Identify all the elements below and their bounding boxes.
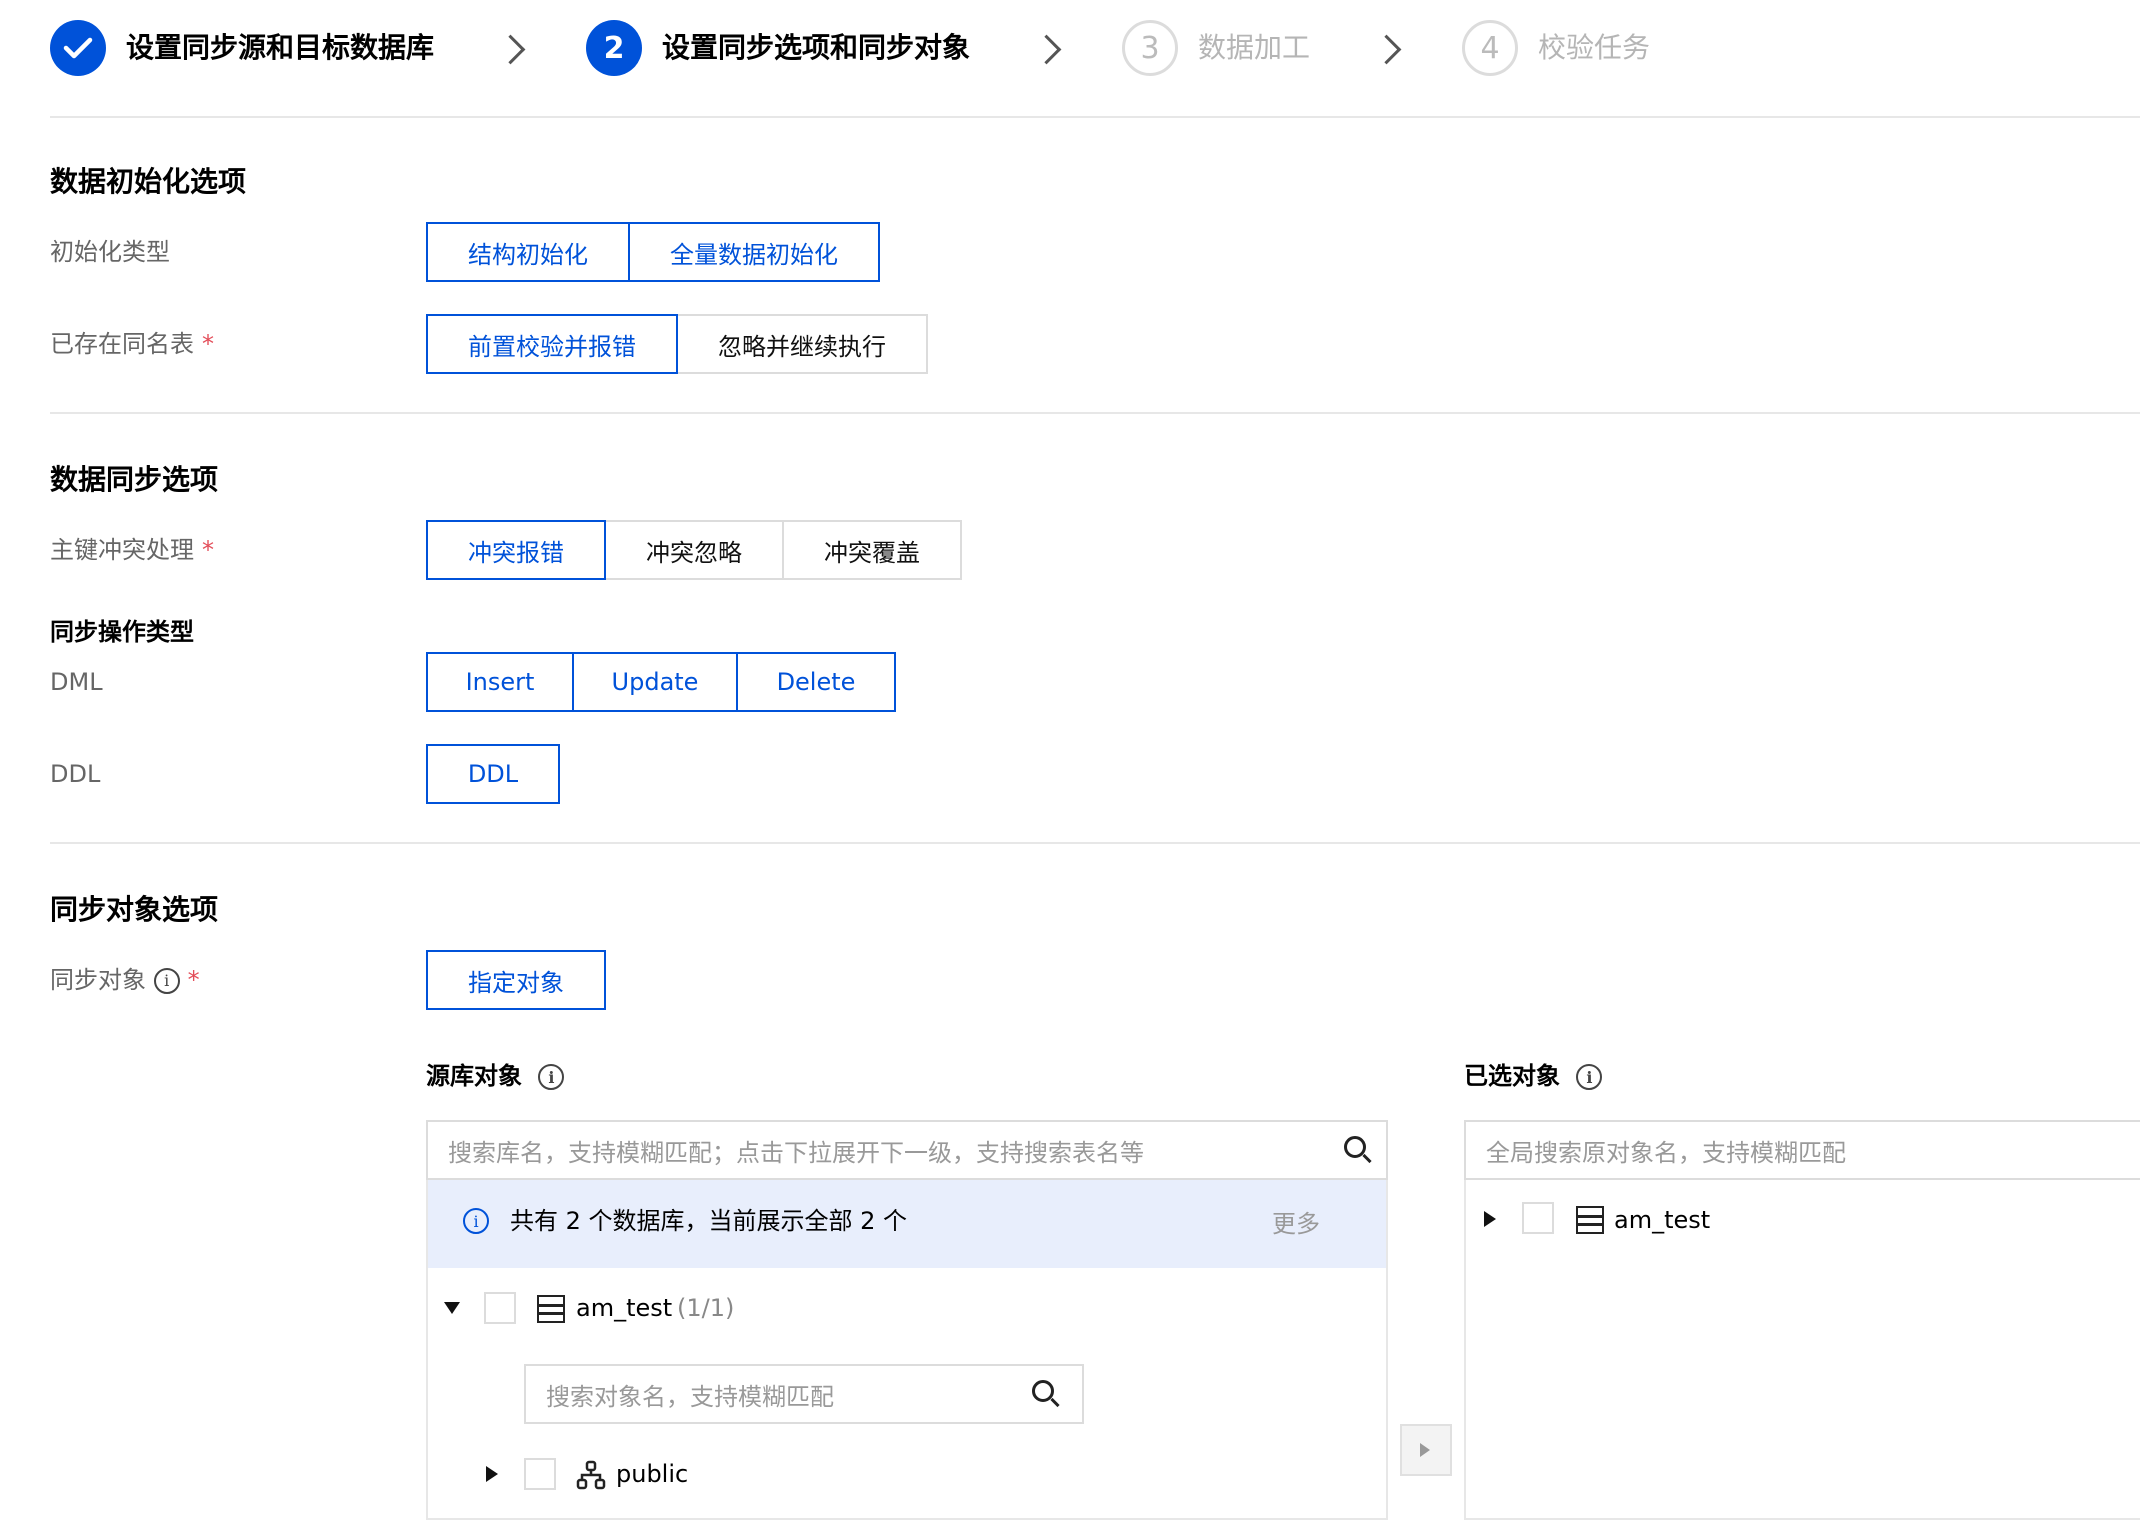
step-2-number: 2 [586,20,642,76]
info-banner-text: 共有 2 个数据库，当前展示全部 2 个 [510,1207,908,1235]
divider [50,116,2140,118]
sync-object-group: 指定对象 [426,950,606,1010]
ddl-group: DDL [426,744,560,804]
init-type-structure-button[interactable]: 结构初始化 [426,222,630,282]
db-checkbox[interactable] [484,1292,516,1324]
chevron-right-icon [1031,34,1062,65]
dml-group: Insert Update Delete [426,652,896,712]
conflict-overwrite-button[interactable]: 冲突覆盖 [782,520,962,580]
database-icon [1576,1206,1604,1234]
info-icon[interactable]: i [538,1064,565,1090]
search-icon[interactable] [1344,1136,1366,1158]
transfer-right-button[interactable] [1400,1424,1452,1476]
search-icon[interactable] [1032,1380,1054,1402]
pk-conflict-label: 主键冲突处理 * [50,536,214,564]
init-type-full-data-button[interactable]: 全量数据初始化 [628,222,880,282]
db-name[interactable]: am_test [576,1288,672,1328]
selected-objects-title: 已选对象 i [1464,1056,1603,1091]
dml-insert-button[interactable]: Insert [426,652,574,712]
section-title-objects: 同步对象选项 [50,893,219,926]
divider [50,842,2140,844]
expand-arrow-icon[interactable] [1484,1211,1496,1227]
expand-arrow-icon[interactable] [486,1466,498,1482]
info-icon[interactable]: i [153,968,180,994]
step-3-number: 3 [1122,20,1178,76]
schema-checkbox[interactable] [524,1458,556,1490]
precheck-error-button[interactable]: 前置校验并报错 [426,314,678,374]
dml-update-button[interactable]: Update [572,652,738,712]
db-count: (1/1) [677,1294,735,1322]
conflict-ignore-button[interactable]: 冲突忽略 [604,520,784,580]
step-4-label: 校验任务 [1538,31,1651,64]
step-2-label[interactable]: 设置同步选项和同步对象 [662,20,970,76]
arrow-right-icon [1420,1443,1430,1457]
conflict-error-button[interactable]: 冲突报错 [426,520,606,580]
selected-db-name[interactable]: am_test [1614,1200,1710,1240]
step-4-number: 4 [1462,20,1518,76]
source-objects-title: 源库对象 i [426,1056,565,1091]
dml-delete-button[interactable]: Delete [736,652,896,712]
ddl-button[interactable]: DDL [426,744,560,804]
divider [50,412,2140,414]
section-title-sync: 数据同步选项 [50,463,219,496]
step-3-label: 数据加工 [1198,31,1311,64]
init-type-label: 初始化类型 [50,238,170,266]
selected-db-checkbox[interactable] [1522,1202,1554,1234]
info-icon[interactable]: i [1576,1064,1603,1090]
step-1-label[interactable]: 设置同步源和目标数据库 [126,20,434,76]
sync-object-label: 同步对象 i * [50,966,200,994]
selected-search-input[interactable]: 全局搜索原对象名，支持模糊匹配 [1464,1120,2140,1180]
ddl-label: DDL [50,760,101,788]
section-title-init: 数据初始化选项 [50,165,247,198]
step-1-check-icon [50,20,106,76]
expand-arrow-icon[interactable] [444,1302,460,1314]
existing-table-label: 已存在同名表 * [50,330,214,358]
chevron-right-icon [495,34,526,65]
more-link[interactable]: 更多 [1272,1206,1320,1242]
source-search-input[interactable]: 搜索库名，支持模糊匹配；点击下拉展开下一级，支持搜索表名等 [426,1120,1388,1180]
selected-objects-panel [1464,1120,2140,1520]
schema-name[interactable]: public [616,1454,688,1494]
info-icon: i [463,1208,489,1234]
init-type-group: 结构初始化 全量数据初始化 [426,222,880,282]
database-icon [537,1295,565,1323]
chevron-right-icon [1371,34,1402,65]
ignore-continue-button[interactable]: 忽略并继续执行 [676,314,928,374]
existing-table-group: 前置校验并报错 忽略并继续执行 [426,314,928,374]
schema-icon [576,1460,606,1490]
pk-conflict-group: 冲突报错 冲突忽略 冲突覆盖 [426,520,962,580]
specify-objects-button[interactable]: 指定对象 [426,950,606,1010]
object-search-input[interactable]: 搜索对象名，支持模糊匹配 [524,1364,1084,1424]
dml-label: DML [50,668,103,696]
